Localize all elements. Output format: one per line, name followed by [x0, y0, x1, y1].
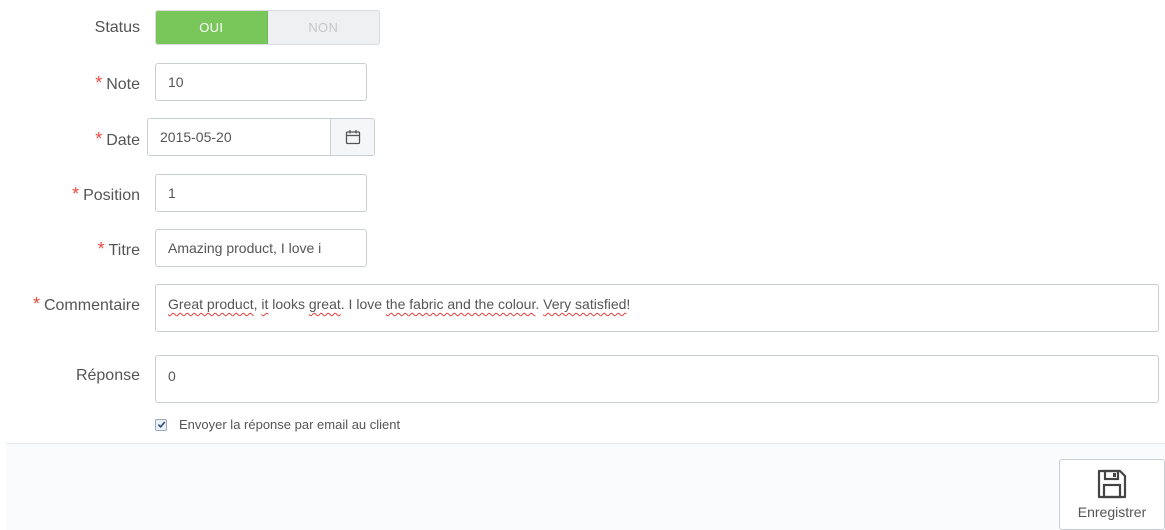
position-label: * Position	[72, 184, 140, 204]
calendar-icon	[345, 130, 360, 145]
checkmark-icon	[157, 421, 165, 429]
required-marker: *	[95, 73, 103, 93]
save-label: Enregistrer	[1077, 504, 1147, 520]
status-no-option[interactable]: NON	[268, 11, 380, 44]
save-button[interactable]: Enregistrer	[1059, 459, 1165, 530]
form-footer	[6, 443, 1165, 530]
date-label: * Date	[95, 129, 140, 149]
required-marker: *	[97, 239, 105, 259]
note-label: * Note	[95, 73, 140, 93]
date-input[interactable]: 2015-05-20	[147, 118, 331, 156]
status-label: Status	[94, 19, 140, 36]
status-toggle[interactable]: OUI NON	[155, 10, 380, 45]
calendar-button[interactable]	[331, 118, 375, 156]
required-marker: *	[72, 184, 80, 204]
send-email-checkbox[interactable]	[155, 418, 167, 431]
required-marker: *	[32, 294, 40, 314]
commentaire-text: Great product, it looks great. I love th…	[168, 296, 631, 312]
send-email-option[interactable]: Envoyer la réponse par email au client	[155, 417, 400, 432]
date-field: 2015-05-20	[147, 118, 375, 156]
status-yes-option[interactable]: OUI	[156, 11, 268, 44]
required-marker: *	[95, 129, 103, 149]
floppy-disk-icon	[1097, 469, 1127, 499]
reponse-label: Réponse	[75, 367, 140, 384]
reponse-textarea[interactable]: 0	[155, 355, 1159, 403]
commentaire-textarea[interactable]: Great product, it looks great. I love th…	[155, 284, 1159, 332]
send-email-label: Envoyer la réponse par email au client	[179, 417, 401, 432]
note-input[interactable]: 10	[155, 63, 367, 101]
position-input[interactable]: 1	[155, 174, 367, 212]
commentaire-label: * Commentaire	[32, 294, 140, 314]
titre-input[interactable]: Amazing product, I love i	[155, 229, 367, 267]
titre-label: * Titre	[97, 239, 140, 259]
